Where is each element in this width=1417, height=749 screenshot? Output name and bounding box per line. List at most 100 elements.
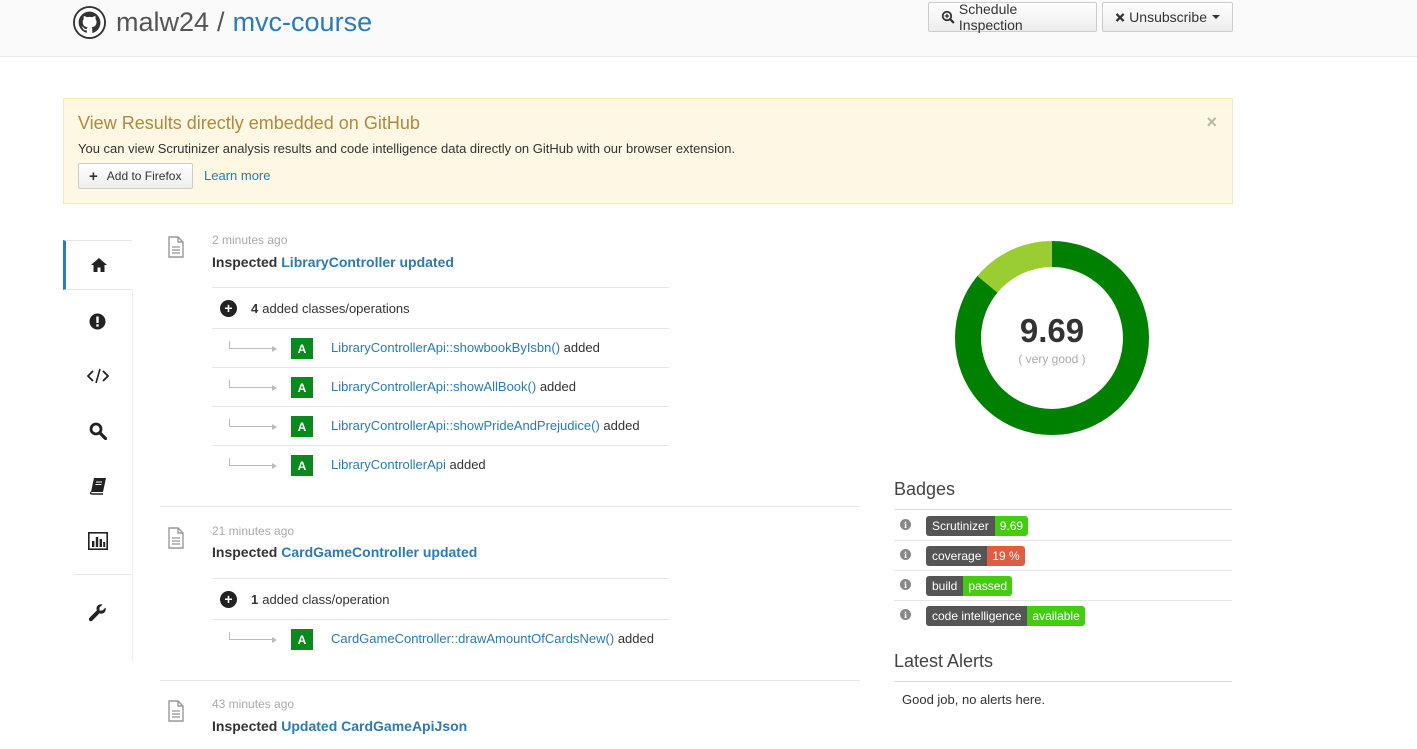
alert-text: You can view Scrutinizer analysis result…: [78, 141, 736, 156]
inspection-link[interactable]: Updated CardGameApiJson: [281, 718, 467, 734]
badge-row: i coverage 19 %: [894, 541, 1232, 571]
unsubscribe-dropdown-button[interactable]: Unsubscribe: [1102, 2, 1233, 32]
badge-image[interactable]: code intelligence available: [926, 606, 1085, 626]
schedule-inspection-button[interactable]: Schedule Inspection: [928, 1, 1097, 33]
entry-prefix: Inspected: [212, 718, 278, 734]
badge-image[interactable]: Scrutinizer 9.69: [926, 516, 1029, 536]
sidebar-item-search[interactable]: [63, 406, 132, 456]
added-badge: A: [291, 629, 313, 650]
sidebar-item-statistics[interactable]: [63, 516, 132, 566]
badge-key: build: [926, 576, 964, 596]
inspection-link[interactable]: LibraryController updated: [281, 254, 454, 270]
sidebar-nav: [63, 240, 133, 660]
github-icon: [73, 5, 106, 39]
arrow-right-icon: [229, 380, 277, 391]
badge-value: 19 %: [987, 546, 1025, 566]
badge-image[interactable]: coverage 19 %: [926, 546, 1025, 566]
change-link[interactable]: LibraryControllerApi::showbookByIsbn(): [331, 340, 560, 355]
changes-count: 1: [251, 591, 259, 607]
badge-row: i build passed: [894, 571, 1232, 601]
file-icon: [168, 527, 184, 549]
latest-alerts-heading: Latest Alerts: [894, 651, 994, 671]
arrow-right-icon: [229, 632, 277, 643]
change-row: A LibraryControllerApi::showbookByIsbn()…: [212, 328, 669, 367]
add-to-firefox-button[interactable]: + Add to Firefox: [78, 163, 193, 189]
sidebar-item-documentation[interactable]: [63, 461, 132, 511]
caret-down-icon: [1212, 15, 1220, 19]
plus-icon: +: [89, 167, 98, 185]
home-icon: [91, 258, 107, 272]
entry-divider: [160, 506, 860, 507]
badge-key: Scrutinizer: [926, 516, 995, 536]
book-icon: [89, 478, 106, 495]
badge-value: passed: [963, 576, 1013, 596]
entry-title: Inspected CardGameController updated: [212, 544, 477, 560]
bar-chart-icon: [87, 532, 108, 550]
info-icon[interactable]: i: [900, 519, 911, 530]
sidebar-item-settings[interactable]: [63, 587, 132, 637]
wrench-icon: [88, 603, 106, 621]
entry-title: Inspected Updated CardGameApiJson: [212, 718, 467, 734]
entry-prefix: Inspected: [212, 254, 278, 270]
breadcrumb-separator: /: [217, 6, 225, 37]
change-status: added: [449, 457, 486, 472]
badge-value: available: [1027, 606, 1085, 626]
entry-prefix: Inspected: [212, 544, 278, 560]
added-badge: A: [291, 455, 313, 476]
badges-heading: Badges: [894, 479, 956, 499]
added-badge: A: [291, 338, 313, 359]
added-badge: A: [291, 377, 313, 398]
changes-summary-text: added class/operation: [262, 591, 390, 607]
info-icon[interactable]: i: [900, 579, 911, 590]
entry-timestamp: 21 minutes ago: [212, 524, 295, 538]
sidebar-item-home[interactable]: [63, 240, 132, 290]
sidebar-divider: [132, 290, 133, 660]
repo-name-link[interactable]: mvc-course: [233, 7, 373, 38]
change-text: LibraryControllerApi::showPrideAndPrejud…: [331, 418, 640, 433]
info-icon[interactable]: i: [900, 549, 911, 560]
quality-score-label: ( very good ): [1018, 352, 1086, 366]
learn-more-link[interactable]: Learn more: [204, 168, 270, 183]
changes-summary-text: added classes/operations: [262, 300, 410, 316]
badge-row: i code intelligence available: [894, 601, 1232, 631]
badge-row: i Scrutinizer 9.69: [894, 511, 1232, 541]
entry-timestamp: 43 minutes ago: [212, 697, 295, 711]
inspection-link[interactable]: CardGameController updated: [281, 544, 477, 560]
change-text: LibraryControllerApi::showbookByIsbn() a…: [331, 340, 600, 355]
change-row: A LibraryControllerApi added: [212, 445, 669, 484]
change-link[interactable]: LibraryControllerApi::showAllBook(): [331, 379, 536, 394]
badge-image[interactable]: build passed: [926, 576, 1013, 596]
change-link[interactable]: LibraryControllerApi::showPrideAndPrejud…: [331, 418, 600, 433]
change-status: added: [603, 418, 640, 433]
file-icon: [168, 236, 184, 258]
change-link[interactable]: LibraryControllerApi: [331, 457, 446, 472]
repo-breadcrumb: malw24 / mvc-course: [73, 4, 372, 40]
changes-summary-toggle[interactable]: + 4 added classes/operations: [212, 287, 669, 328]
alert-close-button[interactable]: ×: [1206, 112, 1217, 133]
plus-circle-icon: +: [220, 590, 237, 608]
arrow-right-icon: [229, 458, 277, 469]
change-status: added: [563, 340, 600, 355]
latest-alerts-rule: [894, 681, 1232, 682]
change-row: A LibraryControllerApi::showPrideAndPrej…: [212, 406, 669, 445]
change-link[interactable]: CardGameController::drawAmountOfCardsNew…: [331, 631, 614, 646]
sidebar-item-code[interactable]: [63, 351, 132, 401]
repo-owner-link[interactable]: malw24: [116, 7, 209, 38]
changes-count: 4: [251, 300, 259, 316]
no-alerts-message: Good job, no alerts here.: [902, 692, 1046, 707]
badge-key: coverage: [926, 546, 988, 566]
info-icon[interactable]: i: [900, 609, 911, 620]
quality-score-value: 9.69: [1019, 312, 1085, 349]
change-row: A LibraryControllerApi::showAllBook() ad…: [212, 367, 669, 406]
arrow-right-icon: [229, 341, 277, 352]
entry-divider: [160, 680, 860, 681]
change-row: A CardGameController::drawAmountOfCardsN…: [212, 619, 669, 658]
exclamation-circle-icon: [89, 313, 106, 329]
badge-value: 9.69: [994, 516, 1029, 536]
browser-extension-alert: View Results directly embedded on GitHub…: [63, 98, 1233, 204]
code-icon: [86, 368, 109, 384]
sidebar-item-issues[interactable]: [63, 296, 132, 346]
changes-summary-toggle[interactable]: + 1 added class/operation: [212, 578, 669, 619]
close-icon: [1115, 12, 1125, 22]
change-status: added: [539, 379, 576, 394]
